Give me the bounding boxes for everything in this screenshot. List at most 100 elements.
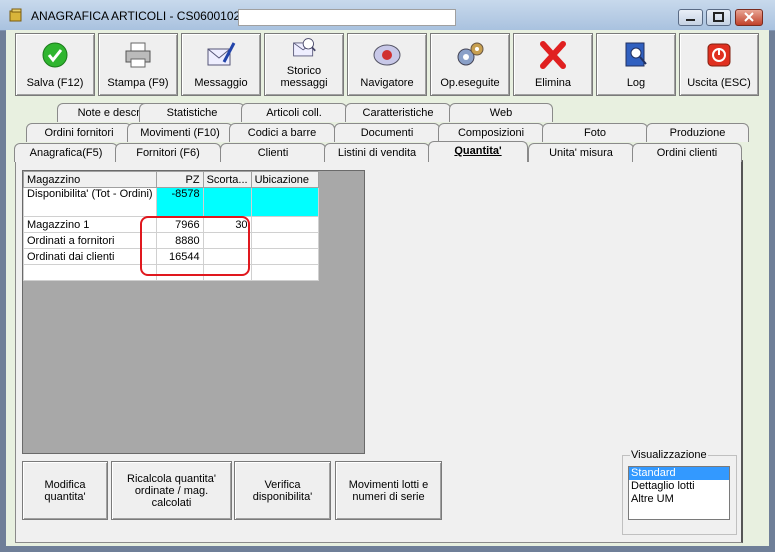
- tab-clienti[interactable]: Clienti: [220, 143, 326, 162]
- minimize-button[interactable]: [678, 9, 703, 26]
- message-label: Messaggio: [194, 77, 248, 89]
- tab-foto[interactable]: Foto: [542, 123, 648, 142]
- tab-produzione[interactable]: Produzione: [646, 123, 749, 142]
- check-icon: [42, 42, 68, 68]
- op-eseguite-button[interactable]: Op.eseguite: [430, 33, 510, 96]
- tab-anagrafica[interactable]: Anagrafica(F5): [14, 143, 118, 162]
- row-ubicazione: [250, 216, 319, 233]
- visualizzazione-listbox[interactable]: Standard Dettaglio lotti Altre UM: [628, 466, 730, 520]
- vis-option-altre-um[interactable]: Altre UM: [629, 493, 729, 506]
- row-name: Ordinati dai clienti: [23, 248, 157, 265]
- tab-statistiche[interactable]: Statistiche: [139, 103, 245, 122]
- modifica-quantita-button[interactable]: Modifica quantita': [22, 461, 108, 520]
- op-eseguite-label: Op.eseguite: [440, 77, 500, 89]
- tab-label: Ordini clienti: [656, 147, 718, 159]
- row-name: [23, 264, 157, 281]
- delete-icon: [540, 41, 566, 69]
- gears-icon: [457, 42, 484, 66]
- col-header-scorta[interactable]: Scorta...: [202, 171, 252, 188]
- tab-label: Codici a barre: [247, 127, 317, 139]
- grid-header-row: Magazzino PZ Scorta... Ubicazione: [23, 171, 319, 188]
- tab-quantita[interactable]: Quantita': [428, 141, 528, 162]
- visualizzazione-label: Visualizzazione: [630, 449, 708, 461]
- row-ubicazione: [250, 187, 319, 217]
- tab-unita-misura[interactable]: Unita' misura: [528, 143, 634, 162]
- tab-label: Caratteristiche: [362, 107, 434, 119]
- tab-ordini-fornitori[interactable]: Ordini fornitori: [26, 123, 132, 142]
- navigator-button[interactable]: Navigatore: [347, 33, 427, 96]
- tab-label: Anagrafica(F5): [29, 147, 103, 159]
- vis-option-dettaglio-lotti[interactable]: Dettaglio lotti: [629, 480, 729, 493]
- maximize-button[interactable]: [706, 9, 731, 26]
- tab-caratteristiche[interactable]: Caratteristiche: [345, 103, 451, 122]
- navigator-icon: [373, 44, 401, 66]
- title-field: [238, 9, 456, 26]
- tab-label: Documenti: [360, 127, 414, 139]
- row-name: Magazzino 1: [23, 216, 157, 233]
- close-button[interactable]: [735, 9, 763, 26]
- row-ubicazione: [250, 232, 319, 249]
- row-name: Ordinati a fornitori: [23, 232, 157, 249]
- tab-label: Web: [489, 107, 513, 119]
- ricalcola-quantita-button[interactable]: Ricalcola quantita' ordinate / mag. calc…: [111, 461, 232, 520]
- tab-documenti[interactable]: Documenti: [334, 123, 440, 142]
- tab-label: Fornitori (F6): [136, 147, 200, 159]
- exit-button[interactable]: Uscita (ESC): [679, 33, 759, 96]
- tab-movimenti[interactable]: Movimenti (F10): [127, 123, 233, 142]
- close-icon: [744, 12, 754, 22]
- quantity-grid[interactable]: Magazzino PZ Scorta... Ubicazione Dispon…: [22, 170, 365, 454]
- message-history-button[interactable]: Storico messaggi: [264, 33, 344, 96]
- message-icon: [207, 42, 236, 66]
- tab-fornitori[interactable]: Fornitori (F6): [115, 143, 221, 162]
- navigator-label: Navigatore: [360, 77, 414, 89]
- log-label: Log: [626, 77, 646, 89]
- tab-web[interactable]: Web: [449, 103, 553, 122]
- tab-composizioni[interactable]: Composizioni: [438, 123, 544, 142]
- row-name: Disponibilita' (Tot - Ordini): [23, 187, 157, 217]
- tab-articoli-coll[interactable]: Articoli coll.: [241, 103, 347, 122]
- col-header-magazzino[interactable]: Magazzino: [23, 171, 157, 188]
- tab-label: Statistiche: [166, 107, 218, 119]
- message-history-label: Storico messaggi: [280, 65, 328, 89]
- row-pz: -8578: [155, 187, 204, 217]
- tab-label: Foto: [583, 127, 606, 139]
- save-button[interactable]: Salva (F12): [15, 33, 95, 96]
- delete-button[interactable]: Elimina: [513, 33, 593, 96]
- tab-ordini-clienti[interactable]: Ordini clienti: [632, 143, 742, 162]
- tab-codici-a-barre[interactable]: Codici a barre: [229, 123, 335, 142]
- save-label: Salva (F12): [26, 77, 84, 89]
- vis-option-standard[interactable]: Standard: [629, 467, 729, 480]
- print-button[interactable]: Stampa (F9): [98, 33, 178, 96]
- red-highlight-annotation: [140, 216, 250, 276]
- window-title: ANAGRAFICA ARTICOLI - CS0600102B -: [31, 9, 256, 23]
- tab-listini-di-vendita[interactable]: Listini di vendita: [324, 143, 430, 162]
- tab-label: Unita' misura: [549, 147, 613, 159]
- app-icon: [9, 8, 22, 22]
- col-header-ubicazione[interactable]: Ubicazione: [250, 171, 319, 188]
- title-bar: ANAGRAFICA ARTICOLI - CS0600102B -: [0, 0, 775, 31]
- tab-label: Produzione: [669, 127, 726, 139]
- tab-label: Movimenti (F10): [140, 127, 220, 139]
- print-label: Stampa (F9): [107, 77, 169, 89]
- row-ubicazione: [250, 248, 319, 265]
- maximize-icon: [713, 12, 724, 22]
- log-button[interactable]: Log: [596, 33, 676, 96]
- tab-label: Quantita': [454, 145, 502, 157]
- tab-label: Articoli coll.: [266, 107, 322, 119]
- form-client-area: Salva (F12) Stampa (F9) Messaggio Storic…: [6, 30, 769, 546]
- row-scorta: [202, 187, 252, 217]
- table-row[interactable]: Disponibilita' (Tot - Ordini) -8578: [23, 187, 319, 217]
- exit-label: Uscita (ESC): [687, 77, 751, 89]
- tab-label: Composizioni: [457, 127, 525, 139]
- message-history-icon: [293, 38, 316, 57]
- message-button[interactable]: Messaggio: [181, 33, 261, 96]
- movimenti-lotti-button[interactable]: Movimenti lotti e numeri di serie: [335, 461, 442, 520]
- toolbar: Salva (F12) Stampa (F9) Messaggio Storic…: [12, 30, 768, 98]
- verifica-disponibilita-button[interactable]: Verifica disponibilita': [234, 461, 331, 520]
- delete-label: Elimina: [534, 77, 572, 89]
- tab-label: Note e descr.: [77, 107, 143, 119]
- printer-icon: [125, 42, 151, 68]
- exit-icon: [707, 43, 731, 67]
- col-header-pz[interactable]: PZ: [155, 171, 204, 188]
- tab-label: Listini di vendita: [337, 147, 417, 159]
